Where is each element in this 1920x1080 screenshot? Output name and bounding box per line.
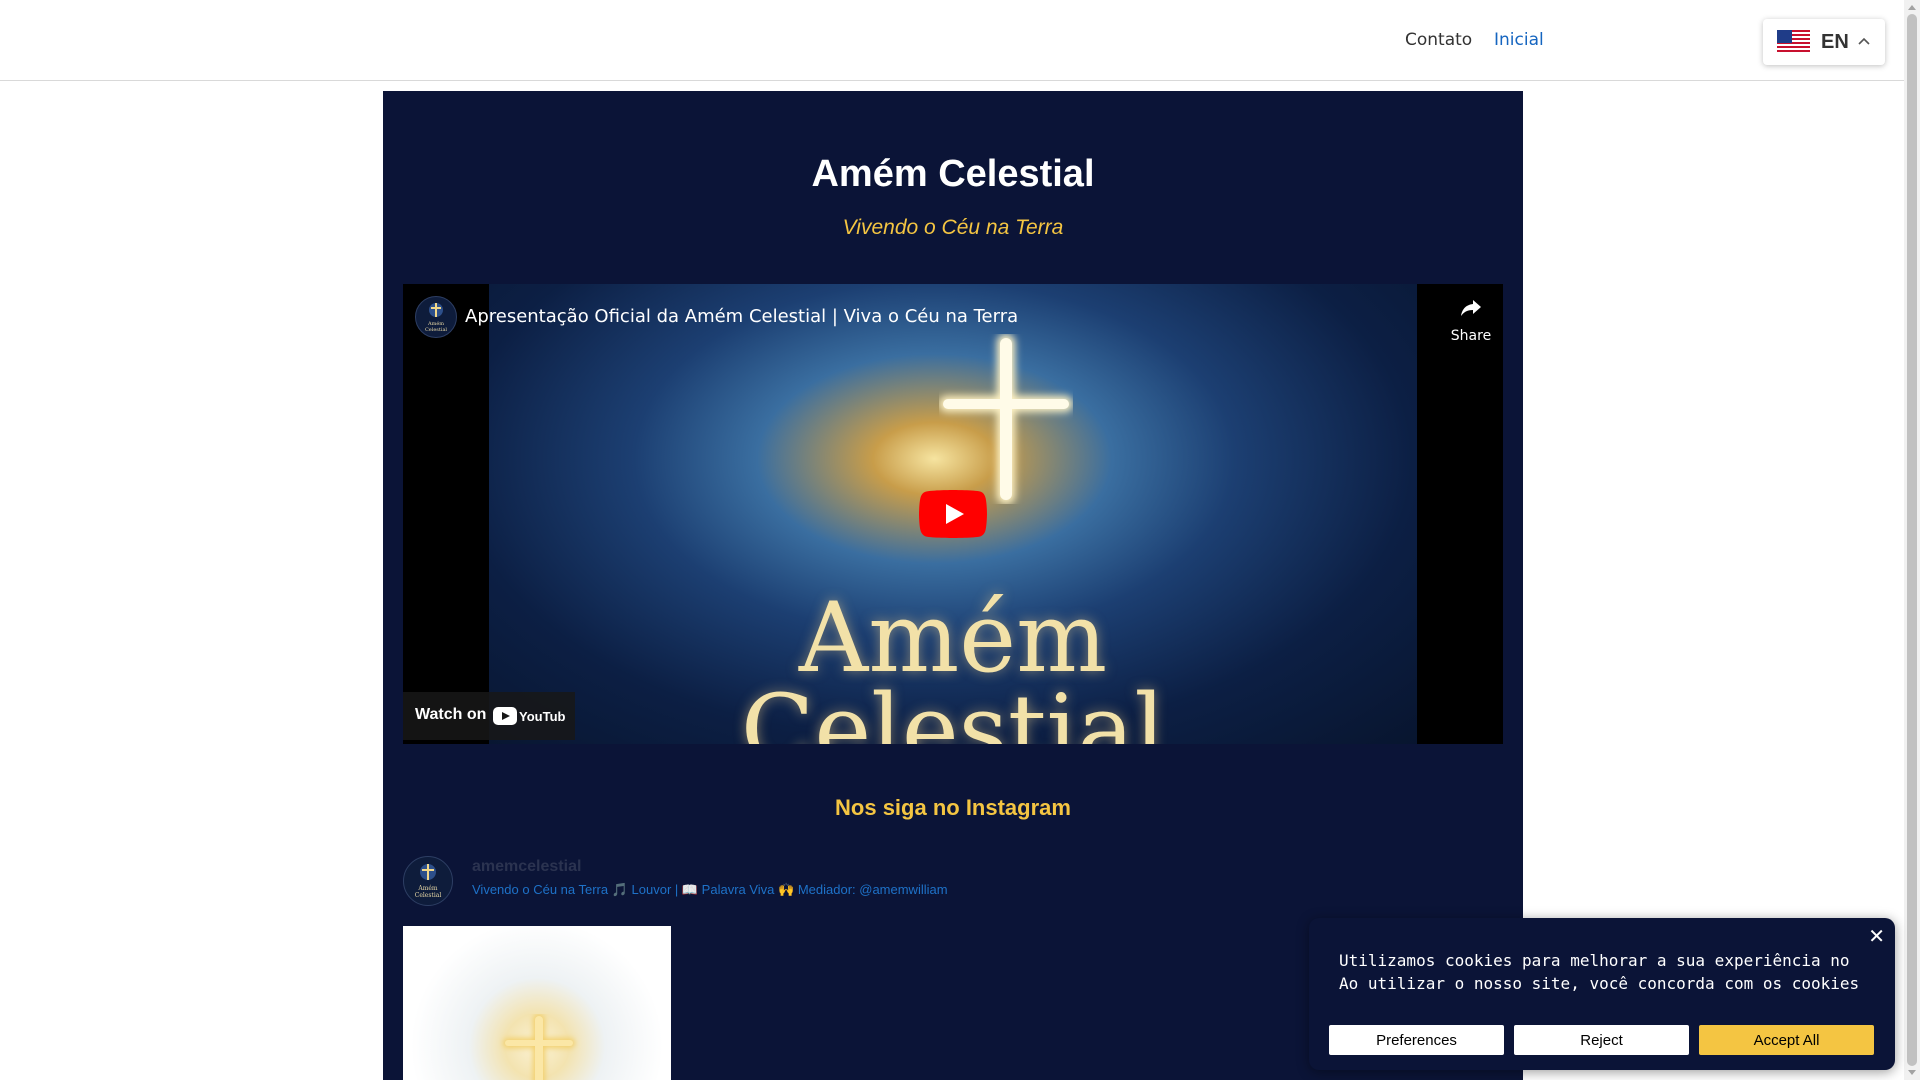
cookie-reject-button[interactable]: Reject [1514,1025,1689,1055]
cookie-accept-all-button[interactable]: Accept All [1699,1025,1874,1055]
cookie-message: Utilizamos cookies para melhorar a sua e… [1339,949,1859,999]
nav-link-inicial[interactable]: Inicial [1494,30,1544,50]
share-label: Share [1450,328,1492,344]
video-title[interactable]: Apresentação Oficial da Amém Celestial |… [465,306,1018,327]
youtube-wordmark: YouTube [519,709,565,724]
channel-logo-icon: Amém Celestial [425,303,447,333]
scroll-up-arrow-icon[interactable] [1908,5,1916,10]
video-brand-line1: Amém [798,582,1108,694]
language-code: EN [1821,31,1849,53]
scrollbar-thumb[interactable] [1907,14,1917,1066]
instagram-logo-line2: Celestial [415,892,442,899]
top-navbar: Contato Inicial EN [0,0,1904,81]
share-button[interactable]: Share [1443,296,1499,346]
instagram-username[interactable]: amemcelestial [472,858,581,876]
site-title: Amém Celestial [811,153,1095,195]
cookie-message-line2: Ao utilizar o nosso site, você concorda … [1339,974,1859,993]
channel-avatar[interactable]: Amém Celestial [415,296,457,338]
glowing-cross-icon [939,334,1073,504]
instagram-logo-icon: Amém Celestial [415,864,442,899]
instagram-heading: Nos siga no Instagram [835,795,1071,820]
scroll-down-arrow-icon[interactable] [1908,1070,1916,1075]
watch-on-label: Watch on [415,706,487,723]
watch-on-youtube-button[interactable]: Watch on YouTube [403,692,575,740]
play-button-icon[interactable] [919,490,987,538]
youtube-logo-icon: YouTube [493,707,565,725]
share-arrow-icon [1461,300,1481,316]
language-switcher[interactable]: EN [1763,19,1885,65]
video-brand-line2: Celestial [740,674,1166,744]
instagram-bio: Vivendo o Céu na Terra 🎵 Louvor | 📖 Pala… [472,882,948,897]
cookie-preferences-button[interactable]: Preferences [1329,1025,1504,1055]
instagram-avatar[interactable]: Amém Celestial [403,856,453,906]
cross-icon [503,1014,575,1080]
instagram-logo-line1: Amém [417,885,438,892]
youtube-video-embed[interactable]: Amém Celestial Amém Celestial Apresentaç… [403,284,1503,744]
site-subtitle: Vivendo o Céu na Terra [842,216,1064,239]
channel-logo-line2: Celestial [425,327,447,333]
page-scrollbar[interactable] [1904,0,1920,1080]
instagram-post-thumbnail[interactable] [403,926,671,1080]
cookie-message-line1: Utilizamos cookies para melhorar a sua e… [1339,951,1859,970]
us-flag-icon [1777,30,1810,54]
chevron-up-icon [1858,37,1870,45]
nav-link-contato[interactable]: Contato [1405,30,1472,50]
cookie-consent-banner: ✕ Utilizamos cookies para melhorar a sua… [1309,918,1895,1070]
close-icon[interactable]: ✕ [1868,924,1885,949]
channel-logo-line1: Amém [427,320,444,327]
